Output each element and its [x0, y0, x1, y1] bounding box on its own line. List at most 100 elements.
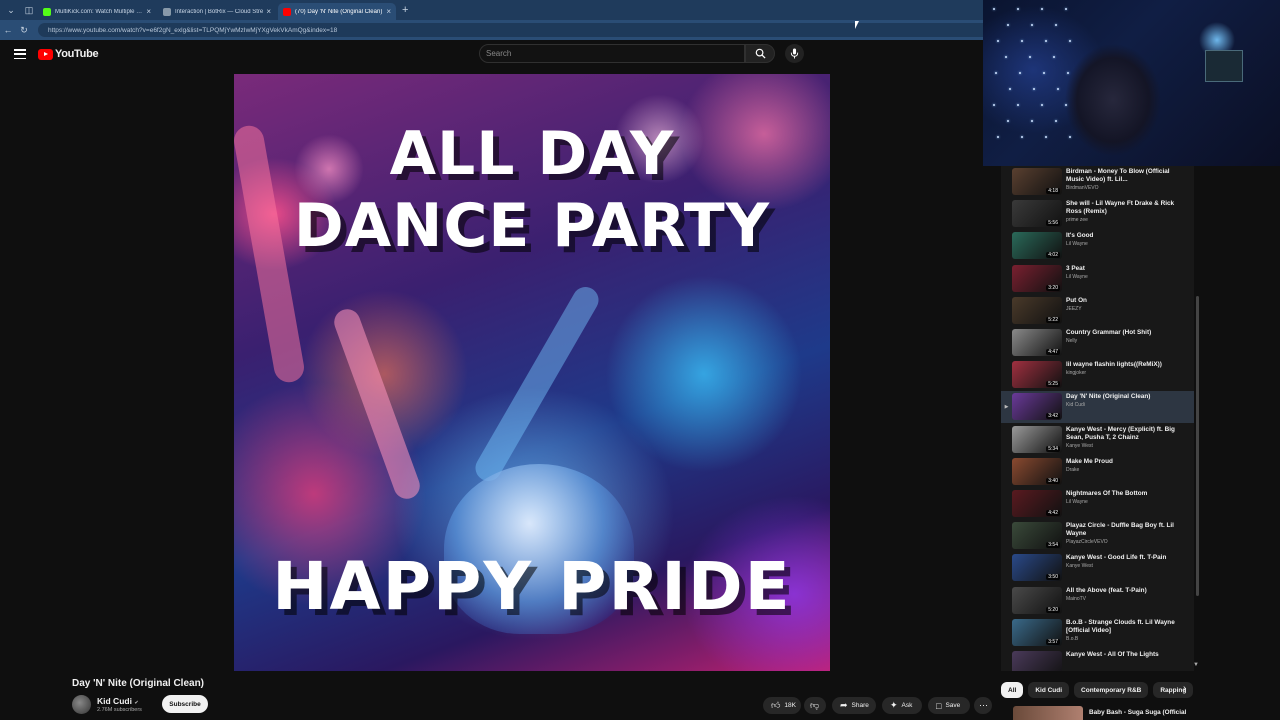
playlist-item[interactable]: 5:56 She will - Lil Wayne Ft Drake & Rick…	[1001, 198, 1194, 230]
filter-chips: All Kid Cudi Contemporary R&B Rapping	[1001, 682, 1201, 699]
playlist-item[interactable]: 4:42 Nightmares Of The Bottom Lil Wayne	[1001, 488, 1194, 520]
filter-chip[interactable]: Contemporary R&B	[1074, 682, 1149, 698]
playlist-item[interactable]: 3:50 Kanye West - Good Life ft. T-Pain Kan…	[1001, 552, 1194, 584]
playlist-item[interactable]: 3:40 Make Me Proud Drake	[1001, 456, 1194, 488]
chevron-right-icon[interactable]: ›	[1183, 683, 1186, 694]
filter-chip[interactable]: Rapping	[1153, 682, 1194, 698]
recommended-item[interactable]: Baby Bash - Suga Suga (Official	[1013, 706, 1193, 720]
playlist-item[interactable]: 3:54 Playaz Circle - Duffle Bag Boy ft. L…	[1001, 520, 1194, 552]
playlist-item-title: B.o.B - Strange Clouds ft. Lil Wayne [Of…	[1066, 618, 1175, 634]
browser-tab[interactable]: Interaction | BotRix — Cloud Stre ×	[158, 3, 276, 20]
channel-avatar[interactable]	[72, 695, 91, 714]
playlist-item-channel: JEEZY	[1066, 305, 1082, 312]
tab-title: MultiKick.com: Watch Multiple Stre	[55, 8, 144, 15]
duration-badge: 4:02	[1046, 252, 1060, 259]
string-light	[1021, 136, 1023, 138]
thumbs-up-icon: 👍︎	[771, 700, 781, 710]
playlist-item[interactable]: 5:20 All the Above (feat. T-Pain) MainoTV	[1001, 585, 1194, 617]
playlist-item-channel: Nelly	[1066, 338, 1078, 344]
string-light	[1065, 104, 1067, 106]
playlist-item-channel: kingjoker	[1066, 370, 1087, 377]
search-button[interactable]	[745, 44, 775, 63]
browser-tab[interactable]: MultiKick.com: Watch Multiple Stre ×	[38, 3, 156, 20]
voice-search-button[interactable]	[785, 44, 804, 63]
url-field[interactable]: https://www.youtube.com/watch?v=e6f2gN_e…	[38, 23, 998, 37]
scroll-down-icon[interactable]: ▼	[1193, 662, 1199, 668]
playlist-item-title: Country Grammar (Hot Shit)	[1066, 329, 1152, 336]
new-tab-button[interactable]: +	[402, 4, 408, 16]
ask-button[interactable]: ✦ Ask	[882, 697, 922, 714]
string-light	[1065, 8, 1067, 10]
playlist-item[interactable]: 5:34 Kanye West - Mercy (Explicit) ft. Bi…	[1001, 424, 1194, 456]
string-light	[1053, 56, 1055, 58]
playlist-item[interactable]: 5:22 Put On JEEZY	[1001, 295, 1194, 327]
string-light	[997, 40, 999, 42]
duration-badge: 5:20	[1046, 606, 1060, 613]
playlist-marker	[1001, 552, 1012, 584]
playlist-item-title: Make Me Proud	[1066, 457, 1113, 465]
channel-name[interactable]: Kid Cudi ✔	[97, 696, 139, 706]
like-button[interactable]: 👍︎ 18K	[763, 697, 801, 714]
subscribe-button[interactable]: Subscribe	[162, 695, 208, 713]
playlist-item[interactable]: Kanye West - All Of The Lights	[1001, 649, 1194, 671]
playlist-marker: ▶	[1001, 391, 1012, 423]
dislike-button[interactable]: 👎︎	[804, 697, 826, 714]
playlist-marker	[1001, 649, 1012, 671]
string-light	[1055, 120, 1057, 122]
share-icon: ➦	[840, 700, 848, 710]
playlist-item-title: Kanye West - All Of The Lights	[1066, 651, 1159, 658]
filter-chip[interactable]: Kid Cudi	[1028, 682, 1070, 698]
string-light	[1055, 24, 1057, 26]
playlist-marker	[1001, 198, 1012, 230]
playlist-scrollbar[interactable]	[1196, 296, 1199, 596]
playlist-thumbnail: 5:34	[1012, 425, 1062, 453]
favicon-icon	[283, 7, 291, 16]
playlist-marker	[1001, 295, 1012, 327]
now-playing-icon: ▶	[1004, 404, 1009, 411]
webcam-monitor-shape	[1205, 50, 1243, 82]
refresh-icon[interactable]: ↻	[16, 25, 32, 36]
browser-tab[interactable]: (70) Day 'N' Nite (Original Clean) ×	[278, 3, 396, 20]
playlist-item-title: lil wayne flashin lights((ReMiX))	[1066, 361, 1162, 369]
duration-badge: 4:42	[1046, 510, 1060, 516]
playlist-item[interactable]: 3:20 3 Peat Lil Wayne	[1001, 263, 1194, 295]
verified-icon: ✔	[134, 700, 139, 706]
playlist-item[interactable]: 5:25 lil wayne flashin lights((ReMiX)) kin…	[1001, 359, 1194, 391]
back-icon[interactable]: ←	[0, 25, 16, 35]
tab-list-icon[interactable]: ⌄	[4, 3, 18, 17]
playlist-item[interactable]: 4:02 It's Good Lil Wayne	[1001, 230, 1194, 262]
more-actions-button[interactable]: ⋯	[974, 697, 992, 714]
playlist-item[interactable]: 4:47 Country Grammar (Hot Shit) Nelly	[1001, 327, 1194, 359]
menu-icon[interactable]	[14, 49, 26, 59]
search-input[interactable]: Search	[479, 44, 745, 63]
bookmark-icon: □	[936, 700, 942, 711]
close-icon[interactable]: ×	[266, 7, 271, 16]
workspace-icon[interactable]: ◫	[22, 3, 36, 17]
playlist-thumbnail: 3:20	[1012, 264, 1062, 292]
playlist-item-title: Put On	[1066, 296, 1087, 304]
playlist-item[interactable]: ▶ 3:42 Day 'N' Nite (Original Clean) Kid Cu…	[1001, 391, 1194, 424]
close-icon[interactable]: ×	[386, 7, 391, 16]
art-text-line3: HAPPY PRIDE	[272, 548, 792, 625]
playlist-marker	[1001, 327, 1012, 359]
video-title: Day 'N' Nite (Original Clean)	[72, 678, 205, 689]
save-button[interactable]: □ Save	[928, 697, 970, 714]
string-light	[1069, 136, 1071, 138]
playlist-item-channel: Lil Wayne	[1066, 241, 1088, 248]
favicon-icon	[43, 7, 51, 16]
video-player[interactable]: ALL DAY DANCE PARTY HAPPY PRIDE	[234, 74, 830, 671]
playlist-item[interactable]: 4:18 Birdman - Money To Blow (Official Mu…	[1001, 166, 1194, 198]
playlist-thumbnail: 3:50	[1012, 554, 1062, 582]
youtube-logo[interactable]: YouTube	[38, 48, 99, 60]
subscriber-count: 2.76M subscribers	[97, 707, 142, 713]
share-button[interactable]: ➦ Share	[832, 697, 876, 714]
playlist-item[interactable]: 3:57 B.o.B - Strange Clouds ft. Lil Wayne…	[1001, 617, 1194, 649]
playlist-item-title: Kanye West - Good Life ft. T-Pain	[1066, 554, 1167, 562]
close-icon[interactable]: ×	[146, 7, 151, 16]
playlist-thumbnail: 3:42	[1012, 393, 1062, 421]
duration-badge: 3:42	[1046, 413, 1060, 420]
playlist-item-title: Day 'N' Nite (Original Clean)	[1066, 393, 1151, 401]
playlist-item-channel: B.o.B	[1066, 635, 1079, 642]
playlist-marker	[1001, 166, 1012, 198]
filter-chip[interactable]: All	[1001, 682, 1024, 698]
